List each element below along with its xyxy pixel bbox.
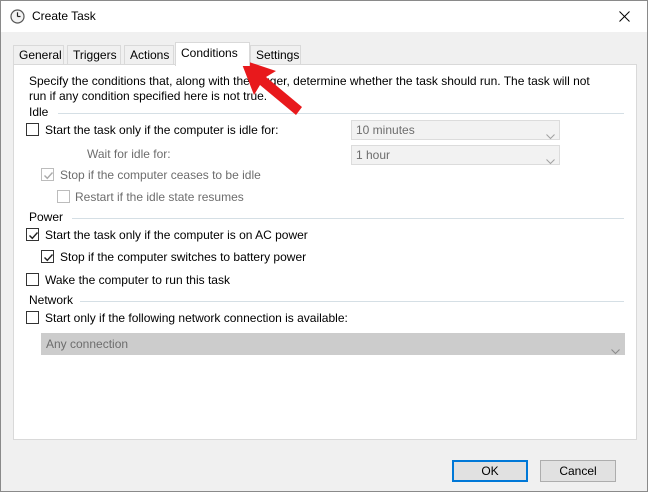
tab-conditions[interactable]: Conditions [175,42,250,66]
restart-on-idle-label: Restart if the idle state resumes [75,190,244,204]
clock-icon [10,9,25,24]
cancel-button[interactable]: Cancel [540,460,616,482]
ac-power-label: Start the task only if the computer is o… [45,228,308,242]
tab-label: Triggers [73,48,117,62]
network-connection-value: Any connection [46,337,129,351]
ac-power-checkbox[interactable] [26,228,39,241]
ok-button[interactable]: OK [452,460,528,482]
start-if-network-label: Start only if the following network conn… [45,311,348,325]
start-if-idle-label: Start the task only if the computer is i… [45,123,279,137]
tab-actions[interactable]: Actions [124,45,174,65]
network-group-divider [80,301,624,302]
wake-label: Wake the computer to run this task [45,273,230,287]
checkmark-icon [44,254,54,262]
start-if-idle-checkbox[interactable] [26,123,39,136]
chevron-down-icon [611,341,620,361]
create-task-window: Create Task General Triggers Actions Con… [0,0,648,492]
network-connection-select[interactable]: Any connection [41,333,625,355]
chevron-down-icon [546,127,555,145]
wait-for-idle-value: 1 hour [356,148,391,162]
tab-label: Actions [130,48,170,62]
battery-stop-checkbox[interactable] [41,250,54,263]
stop-if-not-idle-label: Stop if the computer ceases to be idle [60,168,261,182]
wake-checkbox[interactable] [26,273,39,286]
battery-stop-label: Stop if the computer switches to battery… [60,250,307,264]
tab-label: Conditions [181,46,238,60]
idle-group-label: Idle [29,105,49,119]
window-title: Create Task [32,9,96,23]
annotation-arrow-icon [240,59,302,115]
tab-general[interactable]: General [13,45,64,65]
chevron-down-icon [546,152,555,170]
title-bar: Create Task [1,1,647,32]
close-icon [618,11,630,22]
checkmark-icon [44,172,54,180]
idle-duration-value: 10 minutes [356,123,415,137]
idle-group-divider [58,113,624,114]
wait-for-idle-select[interactable]: 1 hour [351,145,560,165]
description-line: Specify the conditions that, along with … [29,74,590,88]
power-group-divider [72,218,624,219]
restart-on-idle-checkbox[interactable] [57,190,70,203]
conditions-panel: Specify the conditions that, along with … [13,64,637,440]
network-group-label: Network [29,293,74,307]
idle-duration-select[interactable]: 10 minutes [351,120,560,140]
conditions-description: Specify the conditions that, along with … [29,74,629,104]
tab-triggers[interactable]: Triggers [67,45,121,65]
stop-if-not-idle-checkbox[interactable] [41,168,54,181]
wait-for-idle-label: Wait for idle for: [87,147,171,161]
close-button[interactable] [601,1,647,32]
checkmark-icon [29,232,39,240]
description-line: run if any condition specified here is n… [29,89,268,103]
power-group-label: Power [29,210,64,224]
start-if-network-checkbox[interactable] [26,311,39,324]
tab-label: General [19,48,62,62]
